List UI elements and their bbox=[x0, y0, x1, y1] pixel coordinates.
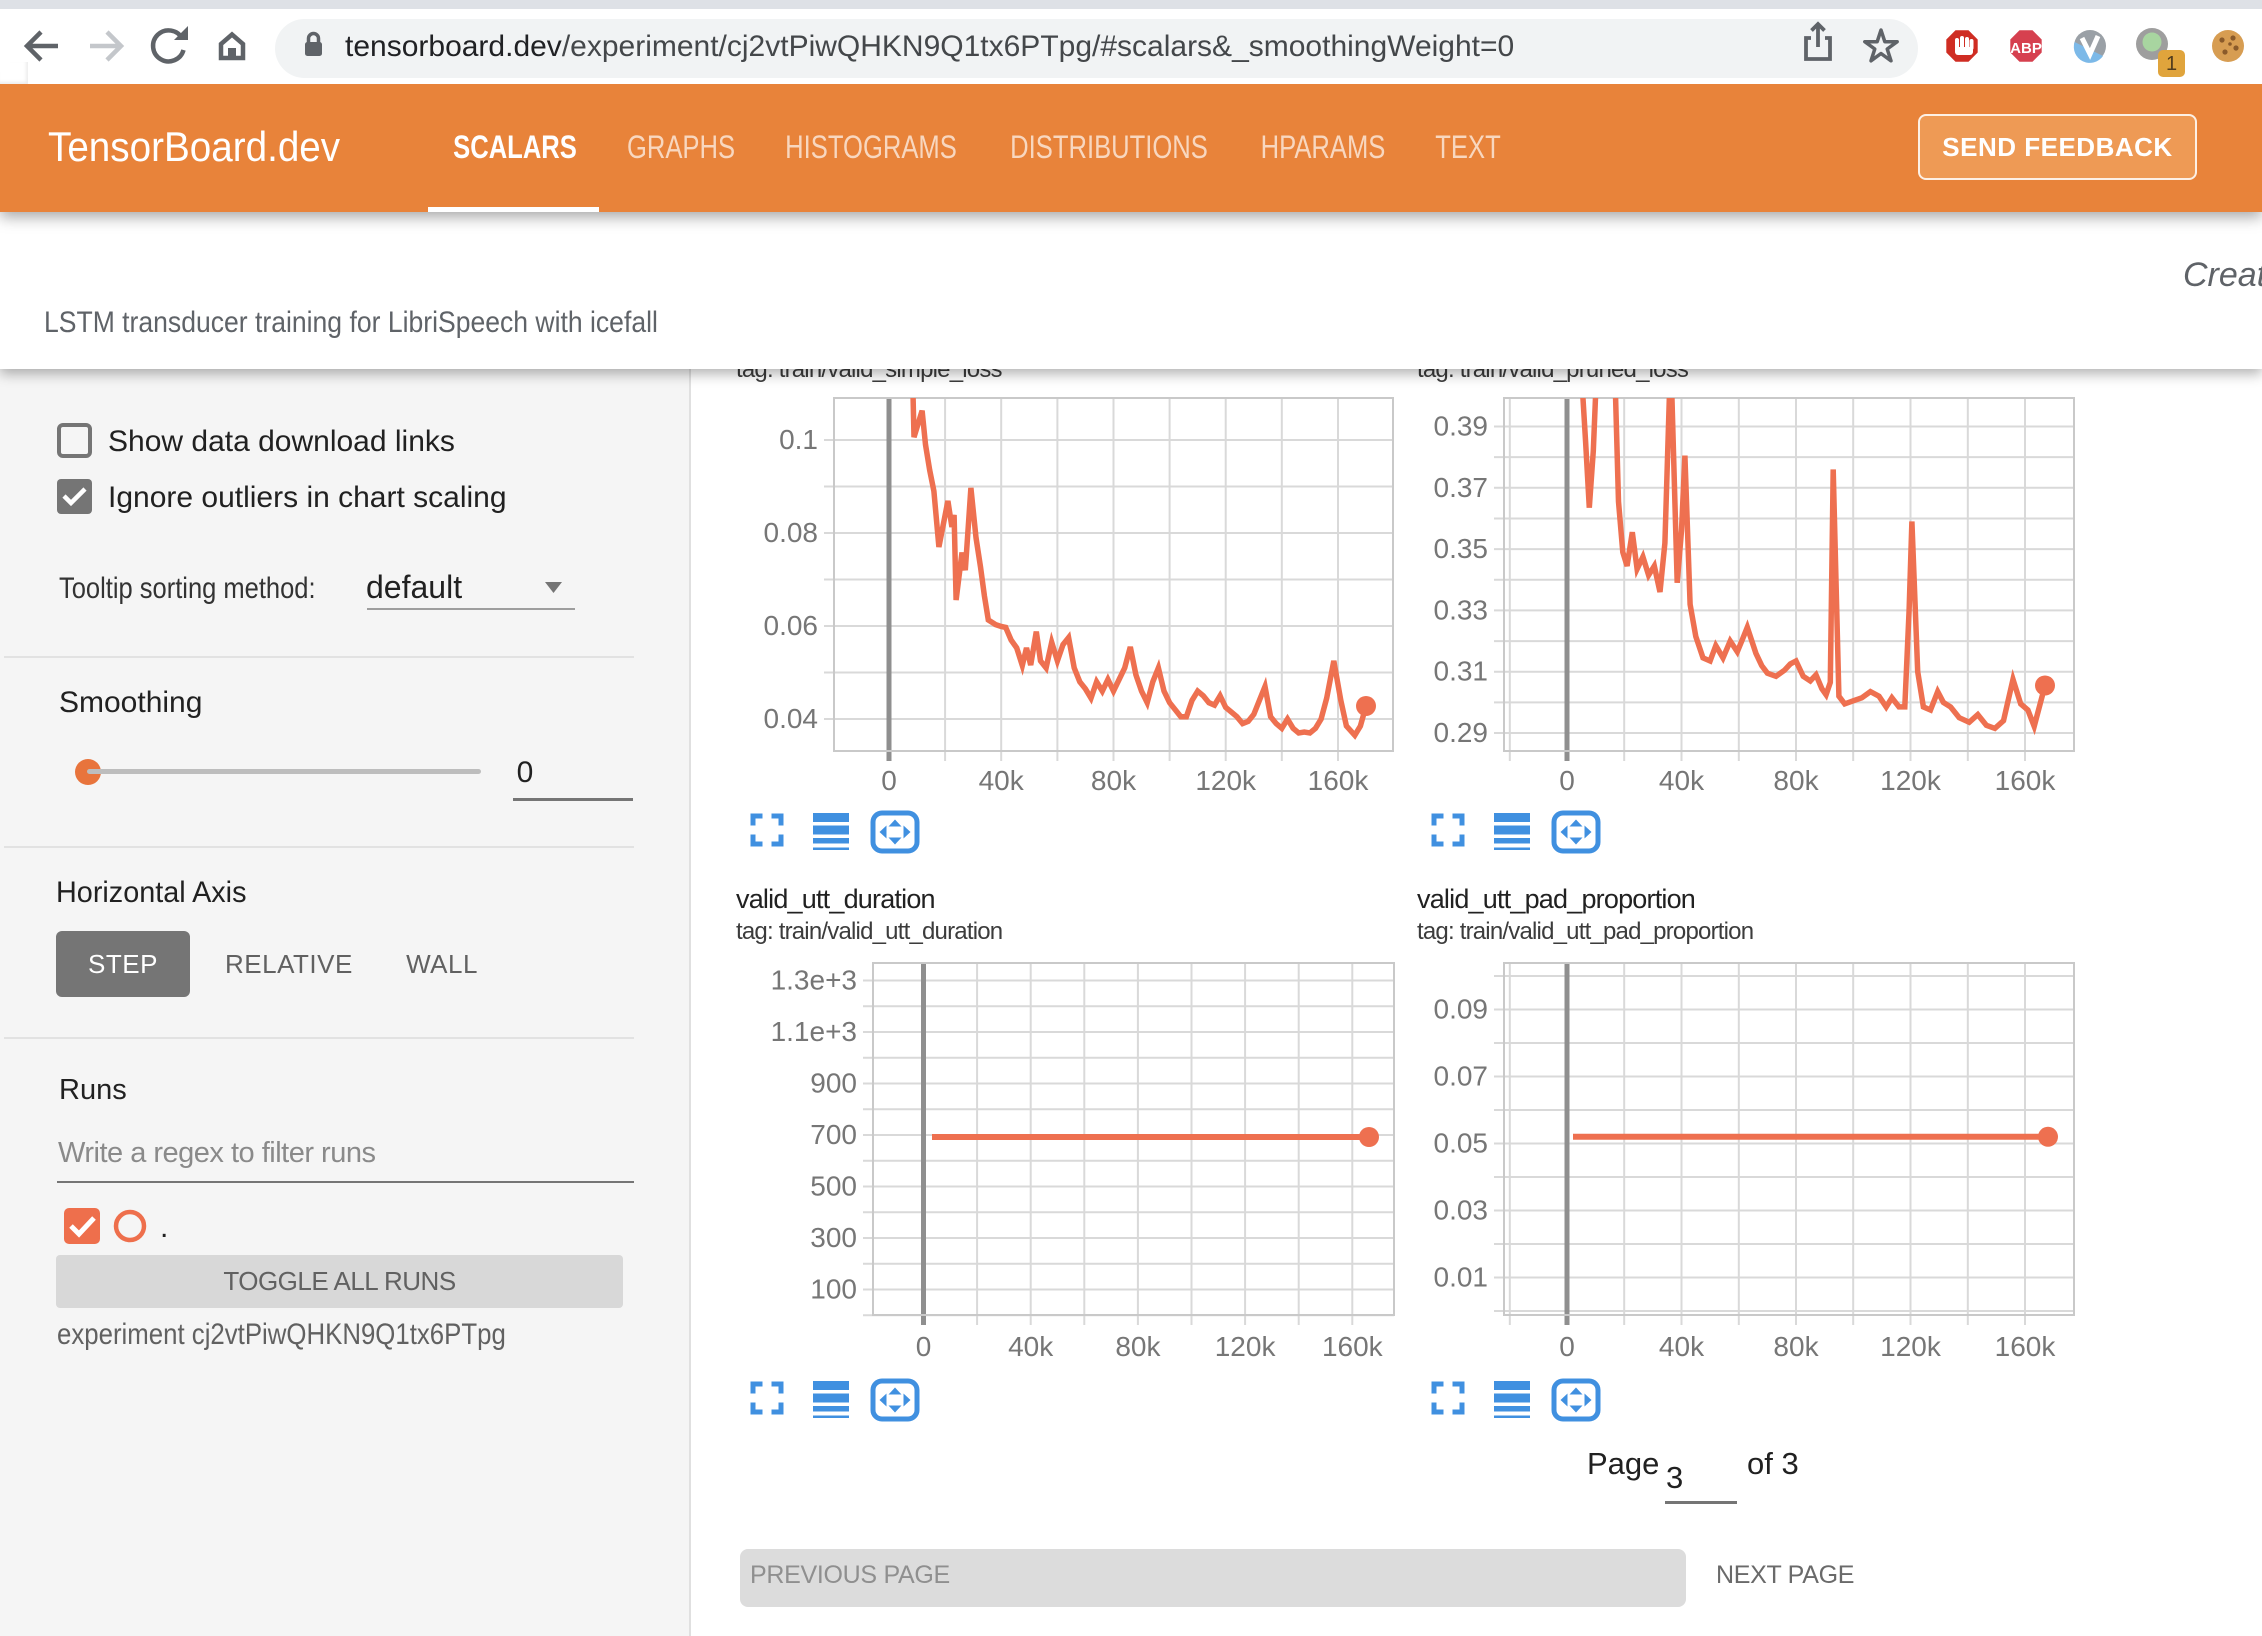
svg-text:1: 1 bbox=[2166, 53, 2177, 75]
svg-text:0.37: 0.37 bbox=[1434, 472, 1489, 503]
svg-text:0.03: 0.03 bbox=[1434, 1195, 1489, 1226]
svg-text:40k: 40k bbox=[979, 765, 1025, 796]
svg-text:80k: 80k bbox=[1115, 1331, 1161, 1362]
svg-text:120k: 120k bbox=[1215, 1331, 1277, 1362]
svg-text:80k: 80k bbox=[1091, 765, 1137, 796]
svg-text:0: 0 bbox=[1559, 1331, 1575, 1362]
svg-text:160k: 160k bbox=[1995, 1331, 2057, 1362]
svg-text:0.04: 0.04 bbox=[764, 703, 819, 734]
svg-text:0.01: 0.01 bbox=[1434, 1262, 1489, 1293]
svg-text:1.3e+3: 1.3e+3 bbox=[771, 965, 857, 996]
svg-text:160k: 160k bbox=[1322, 1331, 1384, 1362]
svg-text:0.06: 0.06 bbox=[764, 610, 819, 641]
svg-text:0.09: 0.09 bbox=[1434, 994, 1489, 1025]
svg-text:ABP: ABP bbox=[2010, 40, 2042, 57]
svg-text:valid_utt_pad_proportion: valid_utt_pad_proportion bbox=[1417, 884, 1695, 914]
svg-text:0.05: 0.05 bbox=[1434, 1128, 1489, 1159]
svg-text:160k: 160k bbox=[1308, 765, 1370, 796]
svg-text:0.08: 0.08 bbox=[764, 517, 819, 548]
svg-text:300: 300 bbox=[810, 1222, 857, 1253]
svg-text:100: 100 bbox=[810, 1274, 857, 1305]
svg-text:160k: 160k bbox=[1995, 765, 2057, 796]
svg-text:0: 0 bbox=[916, 1331, 932, 1362]
svg-text:0.31: 0.31 bbox=[1434, 656, 1489, 687]
svg-text:1.1e+3: 1.1e+3 bbox=[771, 1016, 857, 1047]
svg-text:40k: 40k bbox=[1659, 765, 1705, 796]
svg-text:tag: train/valid_utt_pad_propo: tag: train/valid_utt_pad_proportion bbox=[1417, 918, 1753, 945]
svg-text:120k: 120k bbox=[1880, 765, 1942, 796]
svg-text:0.35: 0.35 bbox=[1434, 533, 1489, 564]
svg-text:0: 0 bbox=[881, 765, 897, 796]
svg-text:120k: 120k bbox=[1195, 765, 1257, 796]
svg-text:valid_utt_duration: valid_utt_duration bbox=[736, 884, 935, 914]
svg-text:900: 900 bbox=[810, 1068, 857, 1099]
svg-text:80k: 80k bbox=[1773, 765, 1819, 796]
svg-text:700: 700 bbox=[810, 1119, 857, 1150]
svg-text:0.39: 0.39 bbox=[1434, 411, 1489, 442]
svg-text:0.33: 0.33 bbox=[1434, 594, 1489, 625]
svg-text:0.29: 0.29 bbox=[1434, 717, 1489, 748]
svg-text:120k: 120k bbox=[1880, 1331, 1942, 1362]
svg-text:40k: 40k bbox=[1008, 1331, 1054, 1362]
svg-text:0: 0 bbox=[1559, 765, 1575, 796]
svg-text:tag: train/valid_utt_duration: tag: train/valid_utt_duration bbox=[736, 918, 1002, 945]
svg-text:500: 500 bbox=[810, 1171, 857, 1202]
svg-text:80k: 80k bbox=[1773, 1331, 1819, 1362]
svg-text:0.1: 0.1 bbox=[779, 424, 818, 455]
svg-text:40k: 40k bbox=[1659, 1331, 1705, 1362]
svg-text:0.07: 0.07 bbox=[1434, 1061, 1489, 1092]
